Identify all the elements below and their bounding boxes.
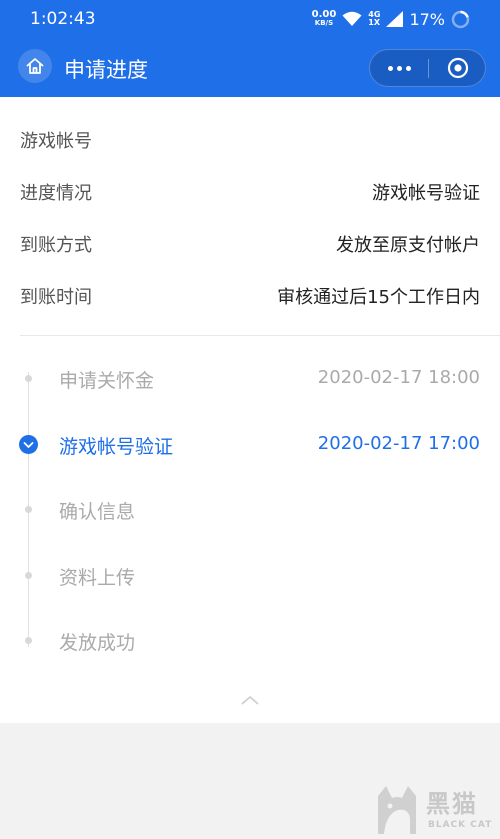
watermark-cn: 黑猫 (426, 790, 478, 818)
battery-percent: 17% (409, 9, 445, 29)
step-time: 2020-02-17 18:00 (317, 367, 480, 388)
timeline-step-upload: 资料上传 (0, 558, 500, 594)
divider (20, 335, 500, 336)
net-speed-unit: KB/S (314, 19, 334, 27)
timeline-step-verify: 游戏帐号验证 2020-02-17 17:00 (0, 427, 500, 463)
step-name: 确认信息 (59, 501, 136, 523)
info-row-method: 到账方式 发放至原支付帐户 (20, 229, 480, 259)
info-value: 审核通过后15个工作日内 (277, 287, 480, 308)
page-title: 申请进度 (64, 58, 148, 82)
black-cat-watermark: 黑猫 BLACK CAT (372, 782, 496, 836)
watermark-en: BLACK CAT (428, 820, 493, 830)
info-label: 到账时间 (20, 287, 92, 308)
home-button[interactable] (18, 49, 52, 83)
status-time: 1:02:43 (30, 9, 96, 29)
info-label: 游戏帐号 (20, 131, 92, 152)
net-speed-value: 0.00 (311, 9, 337, 20)
step-dot-icon (25, 637, 32, 644)
battery-ring-icon (451, 10, 470, 28)
info-label: 到账方式 (20, 235, 92, 256)
home-icon (26, 58, 44, 74)
step-time: 2020-02-17 17:00 (317, 433, 480, 454)
target-close-icon (447, 57, 468, 79)
chevron-up-icon (241, 696, 259, 705)
status-bar: 1:02:43 0.00 KB/S 4G 1X 17% (0, 0, 500, 38)
timeline-step-apply: 申请关怀金 2020-02-17 18:00 (0, 361, 500, 397)
more-icon (387, 65, 411, 71)
network-type: 4G 1X (368, 11, 380, 27)
info-label: 进度情况 (20, 183, 92, 204)
step-dot-icon (25, 375, 32, 382)
progress-card: 游戏帐号 进度情况 游戏帐号验证 到账方式 发放至原支付帐户 到账时间 审核通过… (0, 97, 500, 723)
network-speed: 0.00 KB/S (312, 10, 337, 28)
step-dot-icon (25, 506, 32, 513)
step-dot-icon (25, 572, 32, 579)
step-name: 申请关怀金 (59, 370, 155, 392)
info-value: 发放至原支付帐户 (336, 235, 480, 256)
info-row-account: 游戏帐号 (20, 125, 480, 155)
signal-icon (386, 11, 404, 27)
collapse-button[interactable] (240, 693, 260, 707)
step-name: 资料上传 (59, 567, 136, 589)
step-name: 发放成功 (59, 632, 136, 654)
step-name: 游戏帐号验证 (59, 436, 174, 458)
app-header: 1:02:43 0.00 KB/S 4G 1X 17% 申请进度 (0, 0, 500, 97)
close-button[interactable] (429, 50, 486, 86)
cat-logo-icon (378, 786, 416, 834)
info-row-arrival-time: 到账时间 审核通过后15个工作日内 (20, 281, 480, 311)
status-icons: 0.00 KB/S 4G 1X 17% (312, 8, 470, 30)
mini-program-capsule (369, 49, 486, 87)
chevron-down-icon (19, 435, 38, 454)
wifi-icon (342, 11, 362, 26)
timeline-step-confirm: 确认信息 (0, 492, 500, 528)
more-button[interactable] (370, 50, 428, 86)
info-value: 游戏帐号验证 (372, 183, 480, 204)
network-type-bottom: 1X (368, 18, 381, 27)
timeline-step-issued: 发放成功 (0, 623, 500, 659)
info-row-progress: 进度情况 游戏帐号验证 (20, 177, 480, 207)
navigation-bar: 申请进度 (0, 42, 500, 92)
